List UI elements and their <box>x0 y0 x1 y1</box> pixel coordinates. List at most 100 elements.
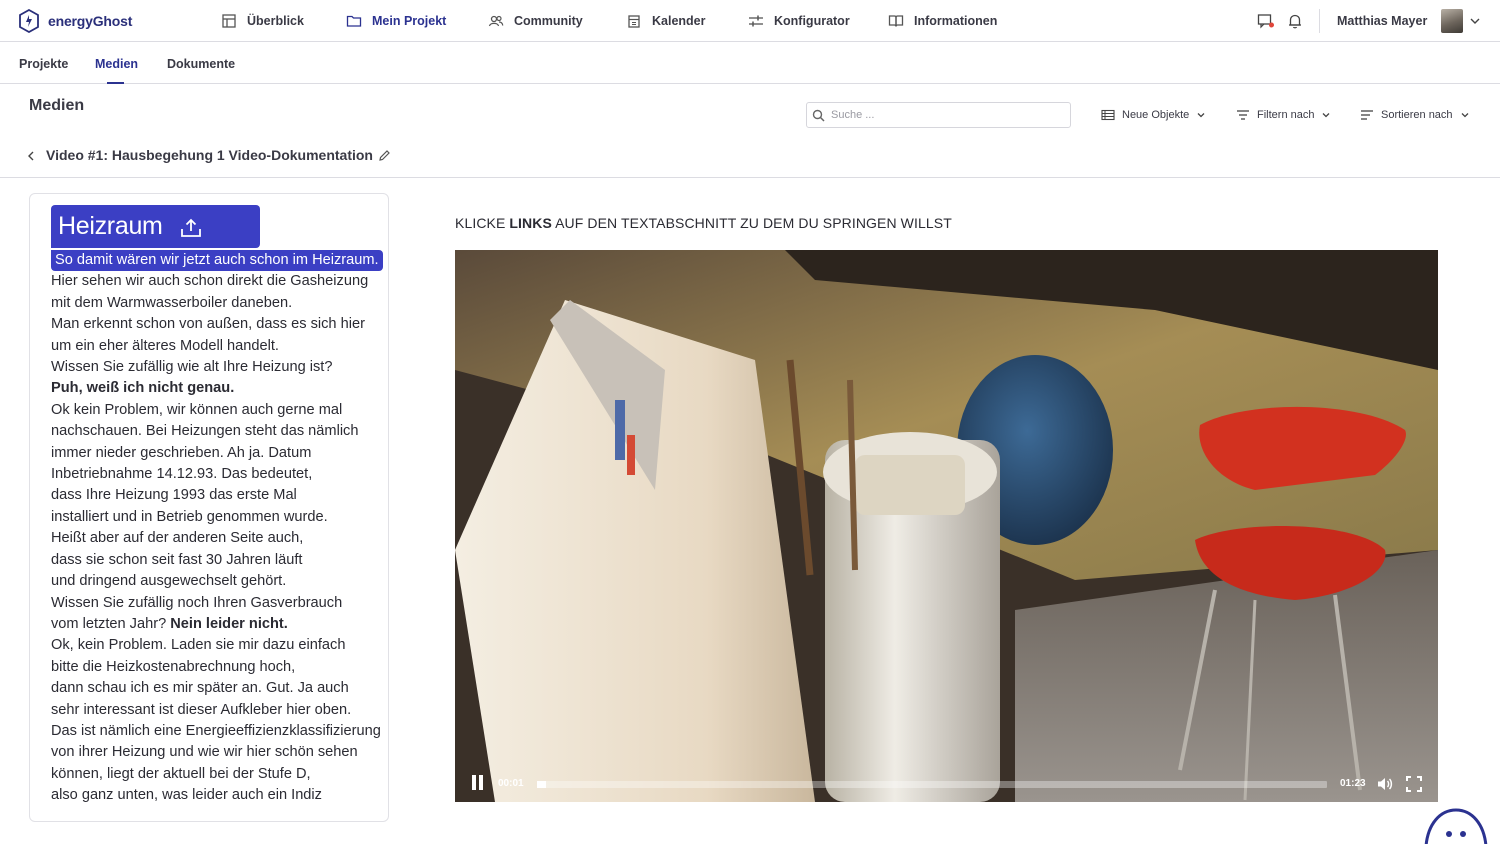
search-input[interactable] <box>831 109 1051 121</box>
filter-dropdown[interactable]: Filtern nach <box>1236 108 1331 122</box>
section-header[interactable]: Heizraum <box>51 205 260 248</box>
transcript-line[interactable]: installiert und in Betrieb genommen wurd… <box>51 507 383 528</box>
users-icon <box>488 15 504 27</box>
transcript-line[interactable]: und dringend ausgewechselt gehört. <box>51 571 383 592</box>
transcript-line[interactable]: mit dem Warmwasserboiler daneben. <box>51 293 383 314</box>
tab-medien[interactable]: Medien <box>95 57 138 71</box>
transcript-line[interactable]: von ihrer Heizung und wie wir hier schön… <box>51 742 383 763</box>
filter-label: Filtern nach <box>1257 109 1315 121</box>
page-title: Medien <box>29 97 85 114</box>
progress-fill <box>537 781 547 788</box>
transcript-line[interactable]: Inbetriebnahme 14.12.93. Das bedeutet, <box>51 464 383 485</box>
logo-icon <box>19 9 39 33</box>
nav-item-community[interactable]: Community <box>488 13 583 29</box>
sort-icon <box>1361 110 1373 120</box>
tab-dokumente[interactable]: Dokumente <box>167 57 235 71</box>
transcript-line-active[interactable]: So damit wären wir jetzt auch schon im H… <box>51 250 383 272</box>
active-tab-indicator <box>107 82 124 84</box>
upload-icon[interactable] <box>179 217 203 239</box>
nav-label: Community <box>514 14 583 28</box>
nav-label: Mein Projekt <box>372 14 447 28</box>
video-title: Video #1: Hausbegehung 1 Video-Dokumenta… <box>46 147 373 163</box>
transcript-line[interactable]: Puh, weiß ich nicht genau. <box>51 378 383 399</box>
transcript-line[interactable]: bitte die Heizkostenabrechnung hoch, <box>51 657 383 678</box>
transcript-panel: Heizraum So damit wären wir jetzt auch s… <box>29 193 389 822</box>
nav-label: Kalender <box>652 14 706 28</box>
fullscreen-icon[interactable] <box>1405 775 1423 793</box>
transcript-answer: Puh, weiß ich nicht genau. <box>51 380 235 397</box>
transcript-line[interactable]: nachschauen. Bei Heizungen steht das näm… <box>51 421 383 442</box>
transcript-line[interactable]: also ganz unten, was leider auch ein Ind… <box>51 785 383 806</box>
transcript-line[interactable]: Heißt aber auf der anderen Seite auch, <box>51 528 383 549</box>
book-icon <box>888 15 904 27</box>
nav-label: Überblick <box>247 14 304 28</box>
list-icon <box>1101 109 1115 121</box>
progress-bar[interactable] <box>537 781 1327 788</box>
nav-item-konfigurator[interactable]: Konfigurator <box>748 13 850 29</box>
transcript-line[interactable]: dann schau ich es mir später an. Gut. Ja… <box>51 678 383 699</box>
nav-label: Konfigurator <box>774 14 850 28</box>
nav-item-kalender[interactable]: Kalender <box>626 13 706 29</box>
grid-icon <box>222 14 236 28</box>
logo-text: energyGhost <box>48 13 133 29</box>
nav-item-informationen[interactable]: Informationen <box>888 13 997 29</box>
current-time: 00:01 <box>498 778 524 789</box>
divider <box>1319 9 1320 33</box>
transcript-line[interactable]: immer nieder geschrieben. Ah ja. Datum <box>51 443 383 464</box>
pencil-icon[interactable] <box>378 149 391 162</box>
video-header: Video #1: Hausbegehung 1 Video-Dokumenta… <box>0 140 1500 178</box>
filter-icon <box>1237 110 1249 120</box>
pause-icon[interactable] <box>470 775 486 793</box>
transcript-text: So damit wären wir jetzt auch schon im H… <box>51 250 383 807</box>
nav-item-ueberblick[interactable]: Überblick <box>221 13 304 29</box>
instruction-part: AUF DEN TEXTABSCHNITT ZU DEM DU SPRINGEN… <box>551 215 952 231</box>
transcript-line[interactable]: vom letzten Jahr? Nein leider nicht. <box>51 614 383 635</box>
search-icon <box>812 109 825 122</box>
top-navigation-bar: energyGhost Überblick Mein Projekt Commu… <box>0 0 1500 42</box>
sliders-icon <box>749 15 763 27</box>
transcript-line[interactable]: Ok kein Problem, wir können auch gerne m… <box>51 400 383 421</box>
search-box[interactable] <box>806 102 1071 128</box>
user-name[interactable]: Matthias Mayer <box>1337 14 1427 28</box>
transcript-line[interactable]: dass Ihre Heizung 1993 das erste Mal <box>51 485 383 506</box>
chevron-down-icon <box>1197 113 1205 118</box>
transcript-answer: Nein leider nicht. <box>170 615 288 632</box>
transcript-line[interactable]: Wissen Sie zufällig noch Ihren Gasverbra… <box>51 593 383 614</box>
logo[interactable]: energyGhost <box>18 9 132 33</box>
instruction-emphasis: LINKS <box>509 215 552 231</box>
folder-icon <box>346 15 362 27</box>
transcript-line[interactable]: Man erkennt schon von außen, dass es sic… <box>51 314 383 335</box>
bell-icon[interactable] <box>1286 12 1304 30</box>
video-frame <box>455 250 1438 802</box>
sort-label: Sortieren nach <box>1381 109 1453 121</box>
transcript-line[interactable]: sehr interessant ist dieser Aufkleber hi… <box>51 700 383 721</box>
ghost-mascot-icon[interactable] <box>1418 806 1494 844</box>
nav-item-mein-projekt[interactable]: Mein Projekt <box>346 13 446 29</box>
video-player[interactable]: 00:01 01:23 <box>455 250 1438 802</box>
duration: 01:23 <box>1340 778 1366 789</box>
nav-label: Informationen <box>914 14 998 28</box>
new-objects-dropdown[interactable]: Neue Objekte <box>1101 108 1206 122</box>
transcript-line[interactable]: Wissen Sie zufällig wie alt Ihre Heizung… <box>51 357 383 378</box>
chevron-down-icon[interactable] <box>1469 15 1481 27</box>
chevron-down-icon <box>1323 113 1330 118</box>
instruction-part: KLICKE <box>455 215 510 231</box>
avatar[interactable] <box>1441 9 1463 33</box>
transcript-line[interactable]: Ok, kein Problem. Laden sie mir dazu ein… <box>51 635 383 656</box>
volume-icon[interactable] <box>1376 775 1394 793</box>
transcript-question: vom letzten Jahr? <box>51 615 167 632</box>
transcript-line[interactable]: um ein eher älteres Modell handelt. <box>51 336 383 357</box>
video-controls: 00:01 01:23 <box>455 766 1438 802</box>
sort-dropdown[interactable]: Sortieren nach <box>1360 108 1470 122</box>
transcript-line[interactable]: Hier sehen wir auch schon direkt die Gas… <box>51 271 383 292</box>
calendar-icon <box>628 15 640 28</box>
transcript-line[interactable]: Das ist nämlich eine Energieeffizienzkla… <box>51 721 383 742</box>
new-objects-label: Neue Objekte <box>1122 109 1190 121</box>
transcript-line[interactable]: dass sie schon seit fast 30 Jahren läuft <box>51 550 383 571</box>
messages-icon[interactable] <box>1257 12 1275 30</box>
tab-projekte[interactable]: Projekte <box>19 57 68 71</box>
section-title: Heizraum <box>58 212 163 240</box>
chevron-down-icon <box>1461 113 1469 118</box>
transcript-line[interactable]: können, liegt der aktuell bei der Stufe … <box>51 764 383 785</box>
chevron-left-icon[interactable] <box>25 150 37 162</box>
